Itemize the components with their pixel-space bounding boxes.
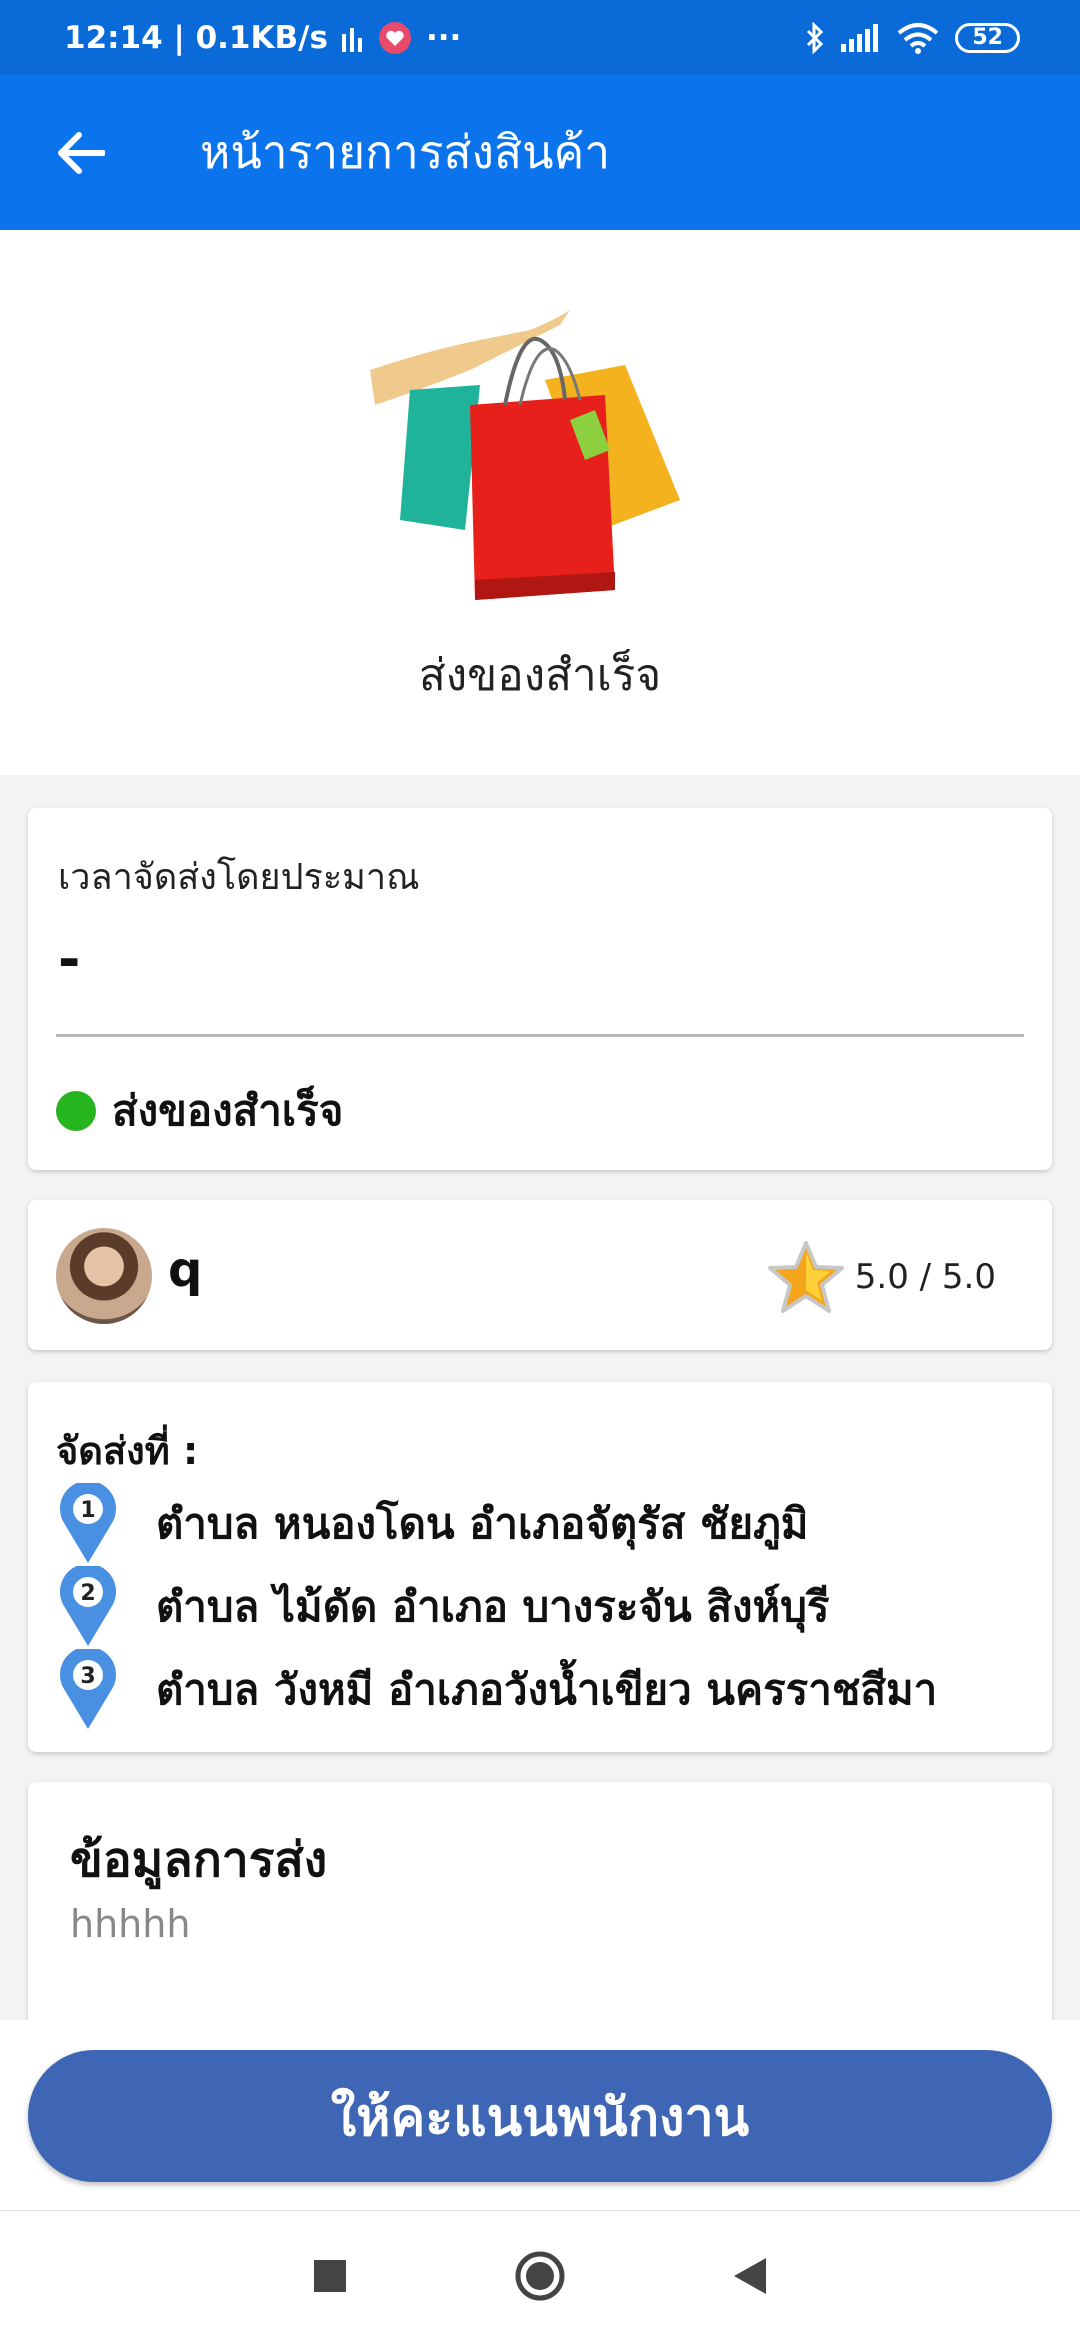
pin-number: 2 <box>80 1581 95 1606</box>
pin-number: 3 <box>80 1664 95 1689</box>
star-icon <box>767 1241 844 1313</box>
status-bar: 12:14 | 0.1KB/s ··· 52 <box>0 0 1080 75</box>
more-notifications-icon: ··· <box>425 19 462 56</box>
divider <box>56 1034 1024 1037</box>
eta-value: - <box>58 928 81 991</box>
avatar <box>56 1228 152 1324</box>
bluetooth-icon <box>807 21 824 54</box>
rating-value: 5.0 / 5.0 <box>854 1257 996 1297</box>
back-button[interactable] <box>0 75 160 230</box>
eta-card: เวลาจัดส่งโดยประมาณ - ส่งของสำเร็จ <box>28 808 1052 1170</box>
hero-status-text: ส่งของสำเร็จ <box>418 650 662 701</box>
route-stop-text: ตำบล ไม้ดัด อำเภอ บางระจัน สิงห์บุรี <box>156 1581 830 1631</box>
page-title: หน้ารายการส่งสินค้า <box>200 125 611 179</box>
rate-driver-button[interactable]: ให้คะแนนพนักงาน <box>28 2050 1052 2182</box>
route-list: 1 ตำบล หนองโดน อำเภอจัตุรัส ชัยภูมิ 2 ตำ… <box>56 1482 937 1731</box>
wifi-icon <box>898 22 939 54</box>
recent-apps-button[interactable] <box>300 2246 360 2306</box>
info-body: hhhhh <box>70 1902 191 1946</box>
route-heading: จัดส่งที่ : <box>56 1429 199 1473</box>
route-stop: 3 ตำบล วังหมี อำเภอวังน้ำเขียว นครราชสีม… <box>56 1648 937 1731</box>
eta-label: เวลาจัดส่งโดยประมาณ <box>58 857 420 898</box>
route-stop-text: ตำบล วังหมี อำเภอวังน้ำเขียว นครราชสีมา <box>156 1664 938 1714</box>
back-nav-button[interactable] <box>720 2246 780 2306</box>
action-area: ให้คะแนนพนักงาน <box>0 2020 1080 2210</box>
delivery-status-text: ส่งของสำเร็จ <box>112 1086 344 1135</box>
delivery-status-row: ส่งของสำเร็จ <box>56 1078 343 1144</box>
map-pin-icon: 3 <box>60 1648 116 1729</box>
triangle-back-icon <box>734 2257 766 2294</box>
circle-icon <box>515 2251 565 2300</box>
driver-name: q <box>168 1242 203 1298</box>
route-stop-text: ตำบล หนองโดน อำเภอจัตุรัส ชัยภูมิ <box>156 1498 809 1548</box>
driver-rating: 5.0 / 5.0 <box>767 1240 996 1314</box>
delivery-hero: ส่งของสำเร็จ <box>0 230 1080 775</box>
info-title: ข้อมูลการส่ง <box>70 1832 328 1888</box>
app-bar: หน้ารายการส่งสินค้า <box>0 75 1080 230</box>
driver-card[interactable]: q 5.0 / 5.0 <box>28 1200 1052 1350</box>
map-pin-icon: 1 <box>60 1482 116 1563</box>
shopping-bags-illustration <box>370 310 680 600</box>
status-dot-icon <box>56 1091 96 1131</box>
home-button[interactable] <box>510 2246 570 2306</box>
route-stop: 2 ตำบล ไม้ดัด อำเภอ บางระจัน สิงห์บุรี <box>56 1565 937 1648</box>
route-stop: 1 ตำบล หนองโดน อำเภอจัตุรัส ชัยภูมิ <box>56 1482 937 1565</box>
heart-app-icon <box>378 21 411 54</box>
system-nav-bar <box>0 2210 1080 2340</box>
status-time-speed: 12:14 | 0.1KB/s <box>64 19 328 56</box>
battery-indicator: 52 <box>955 22 1020 53</box>
arrow-left-icon <box>58 131 105 174</box>
cell-signal-icon <box>841 23 879 52</box>
square-icon <box>314 2259 346 2292</box>
map-pin-icon: 2 <box>60 1565 116 1646</box>
route-card: จัดส่งที่ : 1 ตำบล หนองโดน อำเภอจัตุรัส … <box>28 1382 1052 1752</box>
pin-number: 1 <box>80 1498 95 1523</box>
signal-bars-icon <box>341 27 362 52</box>
battery-level: 52 <box>972 25 1003 50</box>
